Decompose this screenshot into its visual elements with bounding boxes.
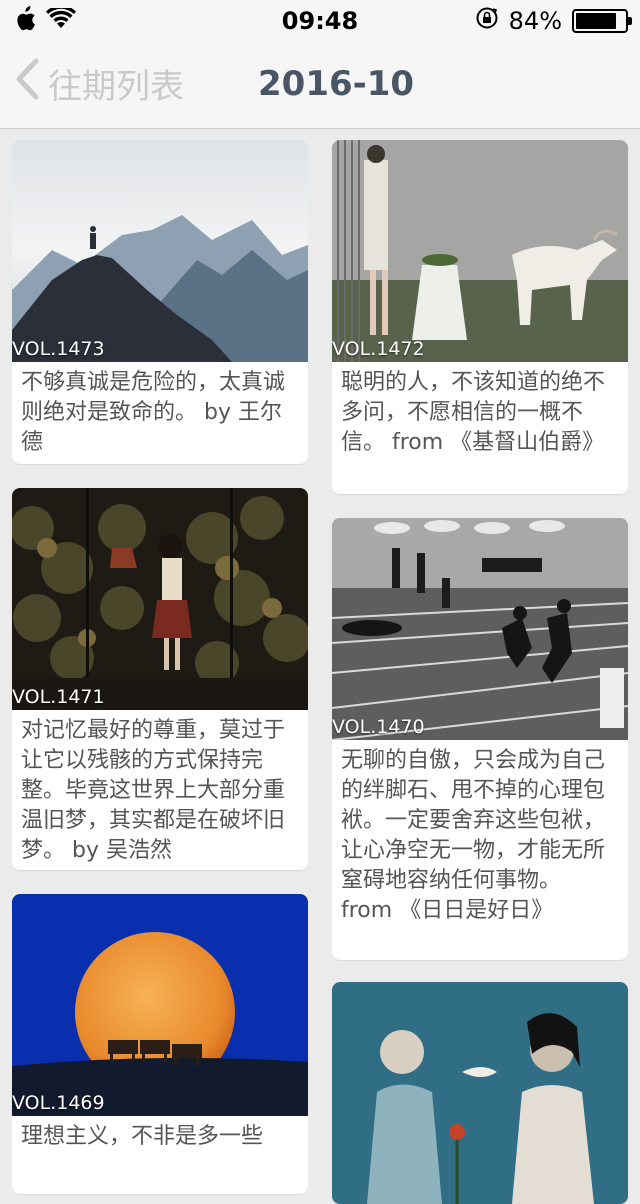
card-image: VOL.1472	[332, 140, 628, 362]
article-card-1471[interactable]: VOL.1471 对记忆最好的尊重，莫过于让它以残骸的方式保持完整。毕竟这世界上…	[12, 488, 308, 870]
battery-icon	[572, 9, 632, 33]
card-quote: 对记忆最好的尊重，莫过于让它以残骸的方式保持完整。毕竟这世界上大部分重温旧梦，其…	[21, 718, 286, 863]
card-quote: 理想主义，不非是多一些	[21, 1124, 264, 1149]
battery-percent: 84%	[508, 7, 562, 35]
rotation-lock-icon	[475, 6, 499, 36]
article-card-next[interactable]	[332, 982, 628, 1204]
article-card-1473[interactable]: VOL.1473 不够真诚是危险的，太真诚则绝对是致命的。 by 王尔德	[12, 140, 308, 464]
card-quote: 不够真诚是危险的，太真诚则绝对是致命的。 by 王尔德	[21, 370, 286, 455]
status-bar: 09:48 84%	[0, 0, 640, 40]
battery-level	[576, 13, 616, 29]
card-image: VOL.1470	[332, 518, 628, 740]
navigation-bar: 往期列表 2016-10	[0, 40, 640, 129]
article-card-1469[interactable]: VOL.1469 理想主义，不非是多一些	[12, 894, 308, 1194]
volume-label: VOL.1473	[12, 338, 105, 360]
volume-label: VOL.1470	[332, 716, 425, 738]
card-quote: 无聊的自傲，只会成为自己的绊脚石、甩不掉的心理包袱。一定要舍弃这些包袱，让心净空…	[341, 748, 606, 923]
volume-label: VOL.1471	[12, 686, 105, 708]
card-quote: 聪明的人，不该知道的绝不多问，不愿相信的一概不信。 from 《基督山伯爵》	[341, 370, 606, 455]
page-title: 2016-10	[258, 64, 415, 104]
back-button[interactable]: 往期列表	[14, 58, 184, 109]
volume-label: VOL.1472	[332, 338, 425, 360]
back-label: 往期列表	[48, 67, 184, 107]
volume-label: VOL.1469	[12, 1092, 105, 1114]
card-image: VOL.1473	[12, 140, 308, 362]
card-image: VOL.1471	[12, 488, 308, 710]
card-image	[332, 982, 628, 1204]
chevron-left-icon	[14, 58, 40, 109]
card-image: VOL.1469	[12, 894, 308, 1116]
article-card-1472[interactable]: VOL.1472 聪明的人，不该知道的绝不多问，不愿相信的一概不信。 from …	[332, 140, 628, 494]
article-card-1470[interactable]: VOL.1470 无聊的自傲，只会成为自己的绊脚石、甩不掉的心理包袱。一定要舍弃…	[332, 518, 628, 960]
